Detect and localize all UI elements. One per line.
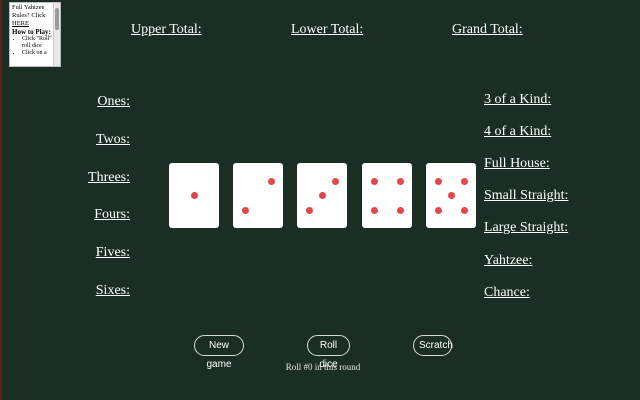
die-pip [396, 206, 404, 214]
rules-text-line-2: Rules? Click [12, 12, 46, 19]
score-sixes[interactable]: Sixes: [96, 283, 130, 299]
die-pip [318, 191, 326, 199]
die-pip [434, 206, 442, 214]
die-pip [190, 191, 198, 199]
die-4[interactable] [362, 163, 412, 228]
roll-dice-button[interactable]: Roll dice [307, 335, 350, 370]
score-full-house[interactable]: Full House: [484, 156, 550, 172]
die-1[interactable] [169, 163, 219, 228]
upper-total-label: Upper Total: [131, 22, 202, 37]
rules-panel[interactable]: Full Yahtzee Rules? Click HERE How to Pl… [9, 2, 61, 67]
die-pip [460, 206, 468, 214]
die-pip [305, 206, 313, 214]
score-fours[interactable]: Fours: [94, 207, 130, 223]
new-game-button[interactable]: New game [194, 335, 244, 370]
die-pip [396, 177, 404, 185]
die-2[interactable] [233, 163, 283, 228]
how-to-play-heading: How to Play: [12, 28, 51, 36]
die-pip [370, 177, 378, 185]
die-5[interactable] [426, 163, 476, 228]
rules-text-line-1: Full Yahtzee [12, 4, 45, 11]
die-pip [331, 177, 339, 185]
die-3[interactable] [297, 163, 347, 228]
die-pip [370, 206, 378, 214]
score-three-of-a-kind[interactable]: 3 of a Kind: [484, 92, 551, 108]
score-four-of-a-kind[interactable]: 4 of a Kind: [484, 124, 551, 140]
scratch-button[interactable]: Scratch [413, 335, 453, 356]
roll-status: Roll #0 in this round [285, 362, 361, 372]
rules-link[interactable]: HERE [12, 20, 56, 28]
window-edge [0, 0, 2, 400]
score-small-straight[interactable]: Small Straight: [484, 188, 568, 204]
score-ones[interactable]: Ones: [97, 94, 130, 110]
lower-total-label: Lower Total: [291, 22, 364, 37]
score-chance[interactable]: Chance: [484, 285, 530, 301]
die-pip [460, 177, 468, 185]
score-yahtzee[interactable]: Yahtzee: [484, 253, 532, 269]
scrollbar-thumb[interactable] [55, 8, 59, 30]
score-threes[interactable]: Threes: [88, 170, 130, 186]
die-pip [434, 177, 442, 185]
rules-scrollbar[interactable] [53, 3, 60, 66]
die-pip [241, 206, 249, 214]
score-fives[interactable]: Fives: [96, 245, 130, 261]
die-pip [267, 177, 275, 185]
die-pip [447, 191, 455, 199]
grand-total-label: Grand Total: [452, 22, 523, 37]
score-large-straight[interactable]: Large Straight: [484, 220, 568, 236]
score-twos[interactable]: Twos: [96, 132, 130, 148]
